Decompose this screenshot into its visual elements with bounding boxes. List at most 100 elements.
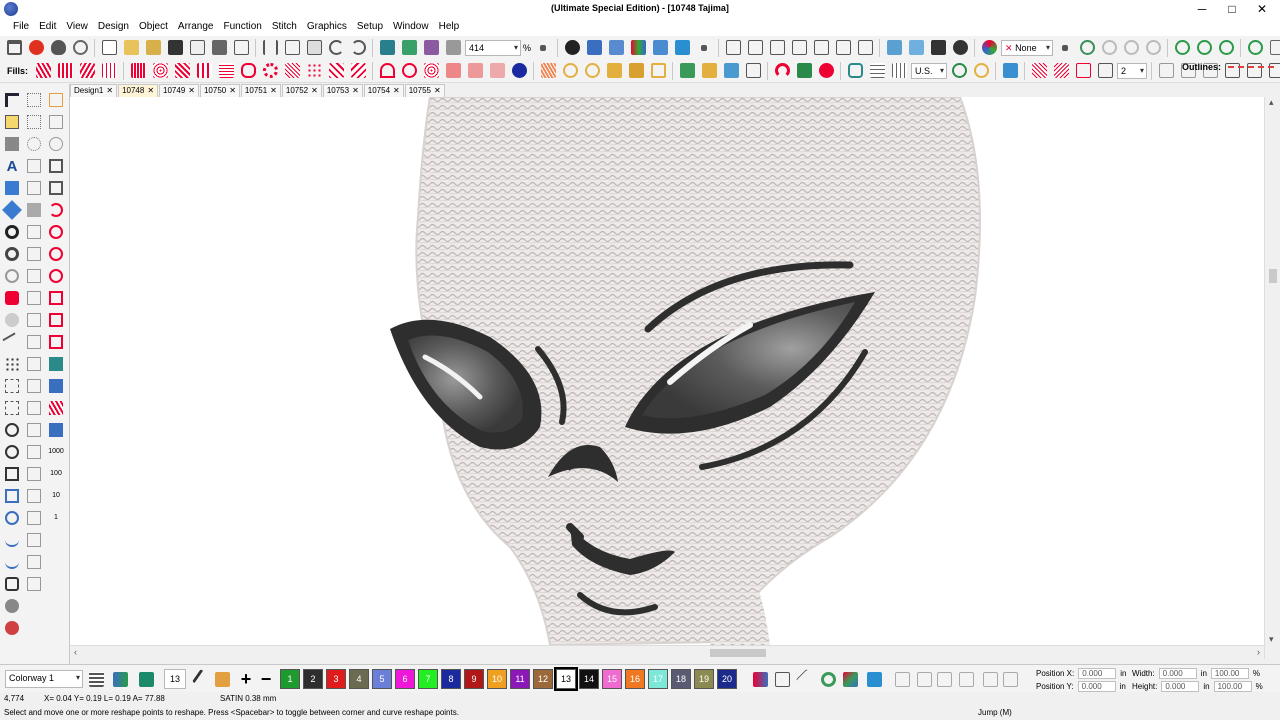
edge2-icon[interactable] xyxy=(46,178,66,198)
green-nodes3-icon[interactable] xyxy=(1216,38,1236,58)
spool-icon[interactable] xyxy=(864,669,884,689)
machine-icon[interactable] xyxy=(584,38,604,58)
close-window-button[interactable]: ✕ xyxy=(1247,0,1277,18)
design-list-icon[interactable] xyxy=(606,38,626,58)
scroll-right-icon[interactable]: › xyxy=(1257,647,1260,657)
circle-stitch-icon[interactable] xyxy=(2,222,22,242)
menu-graphics[interactable]: Graphics xyxy=(302,18,352,36)
fill-crosses-icon[interactable] xyxy=(282,61,302,81)
hexagon-icon[interactable] xyxy=(2,288,22,308)
outline-icon[interactable] xyxy=(46,112,66,132)
rings2-icon[interactable] xyxy=(1121,38,1141,58)
thread-swatch-19[interactable]: 19 xyxy=(694,669,714,689)
fill-petal-icon[interactable] xyxy=(582,61,602,81)
thread-swatch-5[interactable]: 5 xyxy=(372,669,392,689)
shapes-icon[interactable] xyxy=(721,61,741,81)
sequence-icon[interactable] xyxy=(750,669,770,689)
thread-swatch-20[interactable]: 20 xyxy=(717,669,737,689)
circle-stitch2-icon[interactable] xyxy=(2,244,22,264)
open-folder-icon[interactable] xyxy=(121,38,141,58)
fill-feather-icon[interactable] xyxy=(538,61,558,81)
appliqué-none-combo[interactable]: ✕ None xyxy=(1001,39,1054,56)
thread-swatch-14[interactable]: 14 xyxy=(579,669,599,689)
thread-swatch-8[interactable]: 8 xyxy=(441,669,461,689)
thread-swatch-17[interactable]: 17 xyxy=(648,669,668,689)
table-grid-icon[interactable] xyxy=(889,61,909,81)
fill-chain-icon[interactable] xyxy=(238,61,258,81)
step-1000-label[interactable]: 1000 xyxy=(46,442,66,462)
color-grid-icon[interactable] xyxy=(628,38,648,58)
distribute-icon[interactable] xyxy=(956,669,976,689)
insert-icon[interactable] xyxy=(24,244,44,264)
layer2-icon[interactable] xyxy=(24,310,44,330)
thread-swatch-16[interactable]: 16 xyxy=(625,669,645,689)
fill-tool3-icon[interactable] xyxy=(46,332,66,352)
vertical-scroll-thumb[interactable] xyxy=(1269,269,1277,283)
stitch-player-icon[interactable] xyxy=(421,38,441,58)
paint-bucket-icon[interactable] xyxy=(212,669,232,689)
maximize-button[interactable]: □ xyxy=(1217,0,1247,18)
scroll-left-icon[interactable]: ‹ xyxy=(74,647,77,657)
fill-mw-icon[interactable] xyxy=(77,61,97,81)
green-nodes-icon[interactable] xyxy=(1172,38,1192,58)
step-10-label[interactable]: 10 xyxy=(46,486,66,506)
tab-10752[interactable]: 10752 ✕ xyxy=(281,84,322,97)
undo-icon[interactable] xyxy=(326,38,346,58)
sequence2-icon[interactable] xyxy=(772,669,792,689)
layer-icon[interactable] xyxy=(24,288,44,308)
flip-h-icon[interactable] xyxy=(1156,61,1176,81)
layer12-icon[interactable] xyxy=(24,530,44,550)
curve-icon[interactable] xyxy=(971,61,991,81)
fill-grid-icon[interactable] xyxy=(216,61,236,81)
align-left-icon[interactable] xyxy=(892,669,912,689)
save-image-icon[interactable] xyxy=(928,38,948,58)
split-icon[interactable] xyxy=(743,61,763,81)
rectangle-icon[interactable] xyxy=(2,486,22,506)
print-icon[interactable] xyxy=(209,38,229,58)
menu-stitch[interactable]: Stitch xyxy=(267,18,302,36)
stitch3-icon[interactable] xyxy=(46,420,66,440)
refresh-icon[interactable] xyxy=(949,61,969,81)
wilcom-logo-icon[interactable] xyxy=(26,38,46,58)
thread-swatch-18[interactable]: 18 xyxy=(671,669,691,689)
compass2-icon[interactable] xyxy=(46,244,66,264)
rings-icon[interactable] xyxy=(1099,38,1119,58)
layer8-icon[interactable] xyxy=(24,442,44,462)
tab-10749[interactable]: 10749 ✕ xyxy=(159,84,199,97)
fill-dots-icon[interactable] xyxy=(304,61,324,81)
width-scale-input[interactable]: 100.00 xyxy=(1210,668,1249,679)
fill-tool2-icon[interactable] xyxy=(46,310,66,330)
tab-close-icon[interactable]: ✕ xyxy=(188,86,195,95)
tshirt-icon[interactable] xyxy=(794,61,814,81)
unlock-icon[interactable] xyxy=(833,38,853,58)
tab-close-icon[interactable]: ✕ xyxy=(311,86,318,95)
align-right-icon[interactable] xyxy=(934,669,954,689)
thread-swatch-10[interactable]: 10 xyxy=(487,669,507,689)
fill-bows-icon[interactable] xyxy=(348,61,368,81)
sync-icon[interactable] xyxy=(1245,38,1265,58)
layer4-icon[interactable] xyxy=(24,354,44,374)
layer5-icon[interactable] xyxy=(24,376,44,396)
group-icon[interactable] xyxy=(723,38,743,58)
fill-gear-icon[interactable] xyxy=(260,61,280,81)
fill-wave-icon[interactable] xyxy=(55,61,75,81)
menu-view[interactable]: View xyxy=(61,18,93,36)
layer6-icon[interactable] xyxy=(24,398,44,418)
fill-zigzag-icon[interactable] xyxy=(33,61,53,81)
color-tool-icon[interactable] xyxy=(2,618,22,638)
tab-10748[interactable]: 10748 ✕ xyxy=(118,84,159,97)
ring-icon[interactable] xyxy=(2,266,22,286)
copy-icon[interactable] xyxy=(282,38,302,58)
target-icon[interactable] xyxy=(1077,38,1097,58)
step-1-label[interactable]: 1 xyxy=(46,508,66,528)
dropdown-icon[interactable] xyxy=(694,38,714,58)
lock2-icon[interactable] xyxy=(24,178,44,198)
layer11-icon[interactable] xyxy=(24,508,44,528)
lettering-icon[interactable]: A xyxy=(2,156,22,176)
dropdown-icon[interactable] xyxy=(1055,38,1075,58)
image-icon[interactable] xyxy=(884,38,904,58)
dots-icon[interactable] xyxy=(2,354,22,374)
fill-ovals-icon[interactable] xyxy=(150,61,170,81)
layer14-icon[interactable] xyxy=(24,574,44,594)
step-100-label[interactable]: 100 xyxy=(46,464,66,484)
